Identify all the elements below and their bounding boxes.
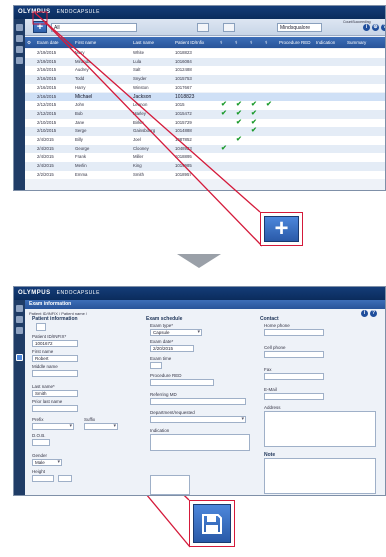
- last-name-label: Last name*: [32, 384, 55, 389]
- contact-header: Contact: [260, 316, 279, 322]
- email-field[interactable]: [264, 393, 324, 400]
- app-subtitle-2: ENDOCAPSULE: [56, 290, 100, 296]
- left-sidebar-2: [14, 300, 25, 495]
- callout-line-1a: [34, 12, 261, 213]
- suffix-label: Suffix: [84, 417, 96, 422]
- home-phone-field[interactable]: [264, 329, 324, 336]
- fax-label: Fax: [264, 367, 272, 372]
- callout-line-1b: [42, 19, 263, 247]
- app-logo-2: OLYMPUS: [18, 290, 51, 296]
- step-down-arrow-icon: [177, 254, 221, 268]
- indication-label: Indication: [150, 428, 170, 433]
- middle-name-field[interactable]: [32, 370, 78, 377]
- department-select[interactable]: [150, 416, 246, 423]
- first-name-label: First name: [32, 349, 54, 354]
- prior-last-name-label: Prior last name: [32, 399, 63, 404]
- home-phone-label: Home phone: [264, 323, 290, 328]
- height-label: Height: [32, 469, 46, 474]
- cell-phone-label: Cell phone: [264, 345, 286, 350]
- last-name-field[interactable]: Smith: [32, 390, 78, 397]
- gender-label: Gender: [32, 453, 48, 458]
- procedure-field[interactable]: [150, 379, 214, 386]
- height-unit-field[interactable]: [58, 475, 72, 482]
- save-icon-small[interactable]: [16, 354, 23, 361]
- patient-icon-2[interactable]: [16, 316, 23, 323]
- plus-icon: +: [264, 216, 299, 242]
- exam-type-select[interactable]: Capsule: [150, 329, 202, 336]
- address-field[interactable]: [264, 411, 376, 447]
- floppy-disk-svg: [202, 513, 222, 534]
- exam-type-label: Exam type*: [150, 323, 174, 328]
- dob-field[interactable]: [32, 439, 50, 446]
- section-title: Exam information: [25, 300, 385, 309]
- exam-time-label: Exam time: [150, 356, 172, 361]
- lower-panel: [150, 475, 190, 495]
- title-bar-2: OLYMPUS ENDOCAPSULE: [14, 287, 385, 300]
- email-label: E-Mail: [264, 387, 277, 392]
- prior-last-name-field[interactable]: [32, 405, 78, 412]
- patient-id-field[interactable]: 1001672: [32, 340, 78, 347]
- list-icon-2[interactable]: [16, 305, 23, 312]
- prefix-label: Prefix: [32, 417, 44, 422]
- info-icon-2[interactable]: i: [361, 310, 368, 317]
- patient-photo: [36, 323, 46, 331]
- exam-form-window: OLYMPUS ENDOCAPSULE Exam information i ? …: [13, 286, 386, 496]
- suffix-select[interactable]: [84, 423, 118, 430]
- floppy-disk-icon: [193, 504, 231, 543]
- height-field[interactable]: [32, 475, 54, 482]
- exam-date-label: Exam date*: [150, 339, 174, 344]
- capsule-icon-2[interactable]: [16, 327, 23, 334]
- zoom-add-button: +: [260, 212, 303, 246]
- dob-label: D.O.B.: [32, 433, 46, 438]
- help-icon-2[interactable]: ?: [370, 310, 377, 317]
- zoom-save-button: [189, 500, 235, 547]
- middle-name-label: Middle name: [32, 364, 58, 369]
- referring-field[interactable]: [150, 398, 246, 405]
- note-field[interactable]: [264, 458, 376, 494]
- exam-schedule-header: Exam schedule: [146, 316, 183, 322]
- fax-field[interactable]: [264, 373, 324, 380]
- exam-date-field[interactable]: 2/20/2015: [150, 345, 194, 352]
- referring-label: Referring MD: [150, 392, 177, 397]
- indication-field[interactable]: [150, 434, 250, 451]
- first-name-field[interactable]: Robert: [32, 355, 78, 362]
- cell-phone-field[interactable]: [264, 351, 324, 358]
- prefix-select[interactable]: [32, 423, 74, 430]
- address-label: Address: [264, 405, 281, 410]
- department-label: Department/requested: [150, 410, 195, 415]
- exam-time-field[interactable]: [150, 362, 162, 369]
- patient-info-header: Patient information: [32, 316, 78, 322]
- gender-select[interactable]: Male: [32, 459, 62, 466]
- procedure-label: Procedure RED: [150, 373, 182, 378]
- patient-id-label: Patient ID/INFIX*: [32, 334, 67, 339]
